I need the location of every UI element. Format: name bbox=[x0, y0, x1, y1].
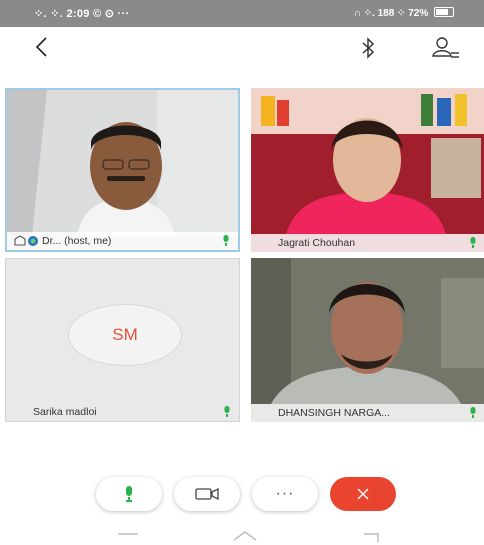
participant-name: Sarika madloi bbox=[33, 406, 97, 418]
users-icon bbox=[432, 37, 459, 58]
participant-video bbox=[251, 88, 484, 234]
back-nav-icon[interactable] bbox=[360, 528, 384, 542]
participants-button[interactable] bbox=[428, 35, 462, 61]
camera-button[interactable] bbox=[174, 477, 240, 511]
video-tile-participant[interactable]: SM Sarika madloi bbox=[5, 258, 240, 422]
more-icon: ··· bbox=[275, 485, 295, 502]
more-button[interactable]: ··· bbox=[252, 477, 318, 511]
participant-video bbox=[7, 90, 238, 236]
end-call-button[interactable] bbox=[330, 477, 396, 511]
battery-icon bbox=[434, 7, 454, 17]
mic-icon bbox=[223, 235, 229, 246]
participant-label: DHANSINGH NARGA... bbox=[251, 404, 484, 422]
mic-icon bbox=[224, 406, 230, 417]
bluetooth-button[interactable] bbox=[356, 36, 380, 60]
mic-icon bbox=[470, 237, 476, 248]
participant-name: Jagrati Chouhan bbox=[278, 237, 356, 249]
top-bar bbox=[0, 27, 484, 67]
status-right: ∩ ⁘. 188 ⁘ 72% bbox=[354, 7, 454, 19]
bluetooth-icon bbox=[362, 37, 375, 59]
status-right-text: ∩ ⁘. 188 ⁘ 72% bbox=[353, 8, 429, 19]
mic-icon bbox=[470, 407, 476, 418]
status-left-text: ⁘. ⁘. 2:09 © ⊙ ··· bbox=[34, 8, 130, 20]
participant-label: Jagrati Chouhan bbox=[251, 234, 484, 252]
participant-name: DHANSINGH NARGA... bbox=[278, 407, 391, 419]
home-icon[interactable] bbox=[232, 528, 258, 542]
avatar: SM bbox=[68, 304, 182, 366]
participant-name: Dr... (host, me) bbox=[42, 235, 112, 247]
mic-icon bbox=[126, 486, 132, 502]
status-bar: ⁘. ⁘. 2:09 © ⊙ ··· ∩ ⁘. 188 ⁘ 72% bbox=[0, 0, 484, 27]
network-status-icon bbox=[28, 236, 38, 246]
video-tile-participant[interactable]: Jagrati Chouhan bbox=[251, 88, 484, 252]
video-tile-participant[interactable]: DHANSINGH NARGA... bbox=[251, 258, 484, 422]
back-button[interactable] bbox=[30, 35, 52, 59]
video-camera-icon bbox=[195, 487, 219, 501]
mute-button[interactable] bbox=[96, 477, 162, 511]
close-icon bbox=[357, 488, 369, 500]
participant-video bbox=[251, 258, 484, 404]
participant-label: Dr... (host, me) bbox=[7, 232, 238, 250]
avatar-initials: SM bbox=[112, 325, 138, 344]
menu-icon[interactable] bbox=[116, 528, 140, 540]
video-tile-host[interactable]: Dr... (host, me) bbox=[5, 88, 240, 252]
participant-label: Sarika madloi bbox=[6, 403, 239, 421]
chevron-left-icon bbox=[35, 37, 47, 57]
host-icon bbox=[14, 235, 26, 246]
